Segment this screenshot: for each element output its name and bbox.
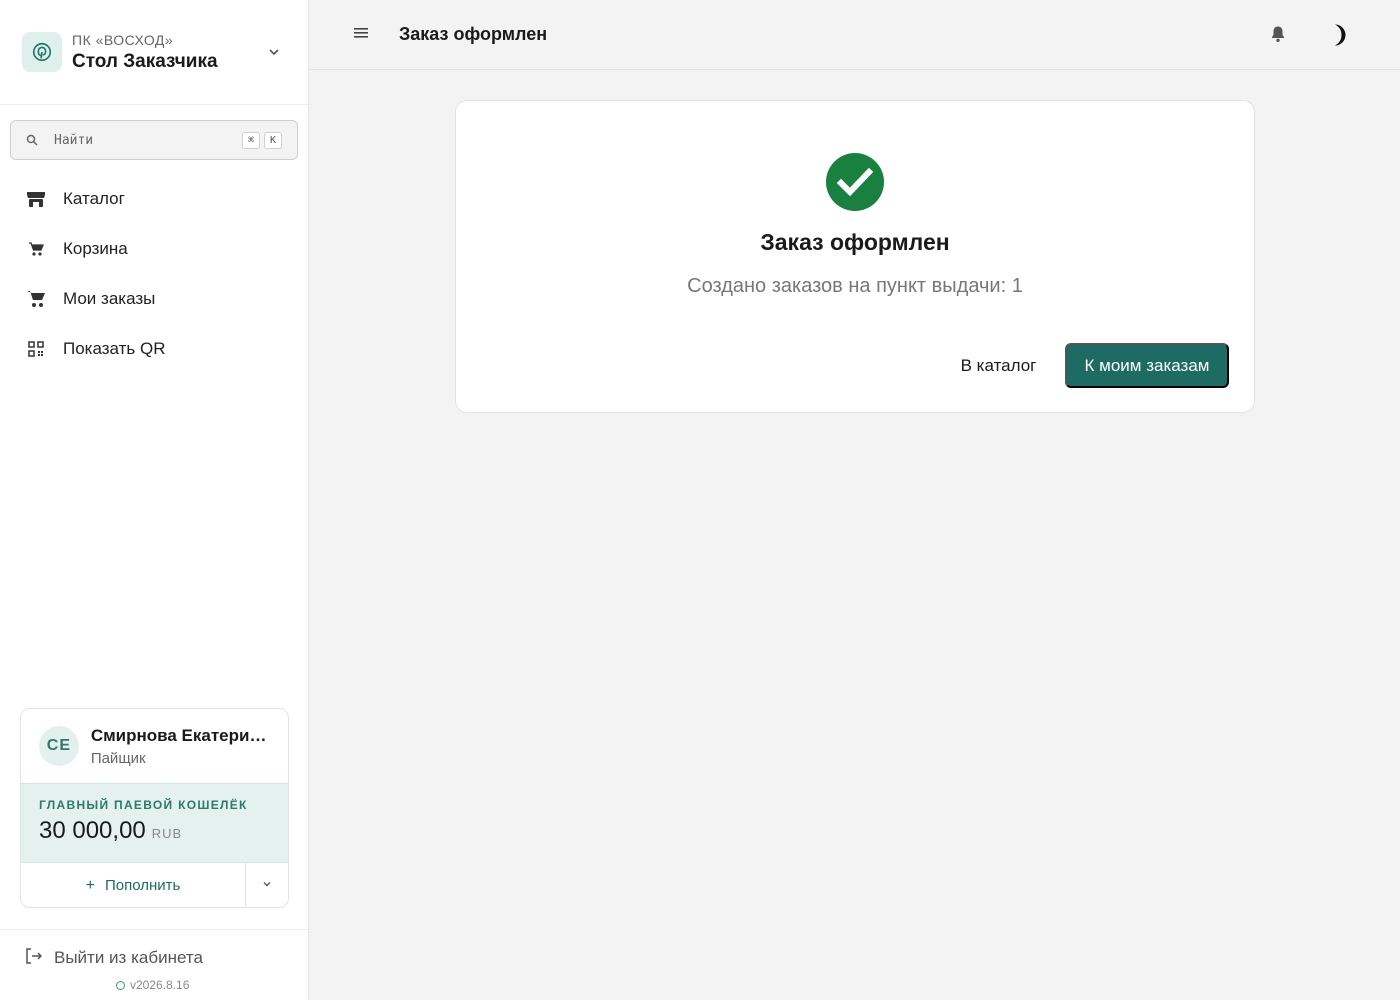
- shortcut-key-cmd: ⌘: [241, 131, 260, 149]
- main-content: Заказ оформлен Заказ оформлен Создано за…: [309, 0, 1400, 1000]
- logout-label: Выйти из кабинета: [54, 948, 203, 967]
- confirmation-title: Заказ оформлен: [760, 229, 950, 255]
- org-subtitle: ПК «ВОСХОД»: [72, 31, 174, 48]
- search-icon: [26, 133, 40, 147]
- sidebar-footer: Выйти из кабинета v2026.8.16: [0, 929, 308, 1000]
- go-to-catalog-button[interactable]: В каталог: [946, 343, 1051, 388]
- search-placeholder: Найти: [54, 132, 94, 148]
- org-text: ПК «ВОСХОД» Стол Заказчика: [72, 32, 262, 73]
- shopping-cart-icon: [26, 289, 46, 309]
- status-dot-icon: [116, 980, 125, 990]
- org-switcher[interactable]: ПК «ВОСХОД» Стол Заказчика: [0, 0, 308, 105]
- sidebar: ПК «ВОСХОД» Стол Заказчика Найти ⌘ K Кат…: [0, 0, 309, 1000]
- org-logo-icon: [22, 32, 62, 72]
- sidebar-item-label: Мои заказы: [63, 289, 156, 308]
- top-bar: Заказ оформлен: [309, 0, 1400, 70]
- sidebar-item-catalog[interactable]: Каталог: [0, 174, 308, 224]
- wallet-title: ГЛАВНЫЙ ПАЕВОЙ КОШЕЛЁК: [39, 798, 248, 812]
- user-info: Смирнова Екатерин… Пайщик: [91, 726, 270, 767]
- wallet-currency: RUB: [151, 826, 183, 841]
- page-title: Заказ оформлен: [399, 24, 548, 44]
- sidebar-item-my-orders[interactable]: Мои заказы: [0, 274, 308, 324]
- topup-label: Пополнить: [104, 877, 181, 894]
- chevron-down-icon: [261, 877, 273, 895]
- user-name: Смирнова Екатерин…: [90, 725, 270, 745]
- app-version: v2026.8.16: [116, 978, 189, 992]
- topup-button[interactable]: + Пополнить: [21, 863, 246, 907]
- wallet-amount: 30 000,00: [39, 817, 146, 844]
- sidebar-item-show-qr[interactable]: Показать QR: [0, 324, 308, 374]
- wallet-actions: + Пополнить: [21, 863, 288, 907]
- user-role: Пайщик: [90, 749, 146, 767]
- chevron-down-icon[interactable]: [262, 40, 286, 64]
- avatar: СЕ: [39, 726, 79, 766]
- bell-icon: [1270, 26, 1286, 47]
- wallet-panel: ГЛАВНЫЙ ПАЕВОЙ КОШЕЛЁК 30 000,00 RUB: [21, 783, 288, 863]
- qr-code-icon: [26, 339, 46, 359]
- user-card: СЕ Смирнова Екатерин… Пайщик ГЛАВНЫЙ ПАЕ…: [20, 708, 289, 908]
- store-icon: [26, 189, 46, 209]
- theme-toggle-button[interactable]: [1324, 21, 1352, 49]
- notifications-button[interactable]: [1270, 25, 1290, 45]
- sidebar-item-label: Каталог: [63, 189, 125, 208]
- wallet-more-button[interactable]: [246, 863, 288, 907]
- search-input[interactable]: Найти ⌘ K: [10, 120, 298, 160]
- check-circle-icon: [825, 152, 885, 212]
- sidebar-item-cart[interactable]: Корзина: [0, 224, 308, 274]
- main-nav: Каталог Корзина Мои заказы Показать QR: [0, 174, 308, 374]
- logout-icon: [24, 947, 43, 970]
- wallet-balance: 30 000,00 RUB: [39, 817, 270, 845]
- go-to-my-orders-button[interactable]: К моим заказам: [1065, 343, 1229, 388]
- hamburger-menu-icon: [354, 26, 368, 44]
- order-confirmation-card: Заказ оформлен Создано заказов на пункт …: [455, 100, 1255, 413]
- sidebar-item-label: Корзина: [63, 239, 128, 258]
- moon-icon: [1324, 24, 1352, 53]
- version-text: v2026.8.16: [130, 978, 190, 992]
- org-name: Стол Заказчика: [72, 50, 218, 72]
- shortcut-key-k: K: [263, 131, 282, 149]
- menu-toggle-button[interactable]: [351, 25, 371, 45]
- sidebar-item-label: Показать QR: [63, 339, 166, 358]
- confirmation-message: Создано заказов на пункт выдачи: 1: [687, 275, 1023, 297]
- app-root: ПК «ВОСХОД» Стол Заказчика Найти ⌘ K Кат…: [0, 0, 1400, 1000]
- cart-icon: [26, 239, 46, 259]
- user-profile[interactable]: СЕ Смирнова Екатерин… Пайщик: [21, 709, 288, 783]
- plus-icon: +: [85, 876, 95, 894]
